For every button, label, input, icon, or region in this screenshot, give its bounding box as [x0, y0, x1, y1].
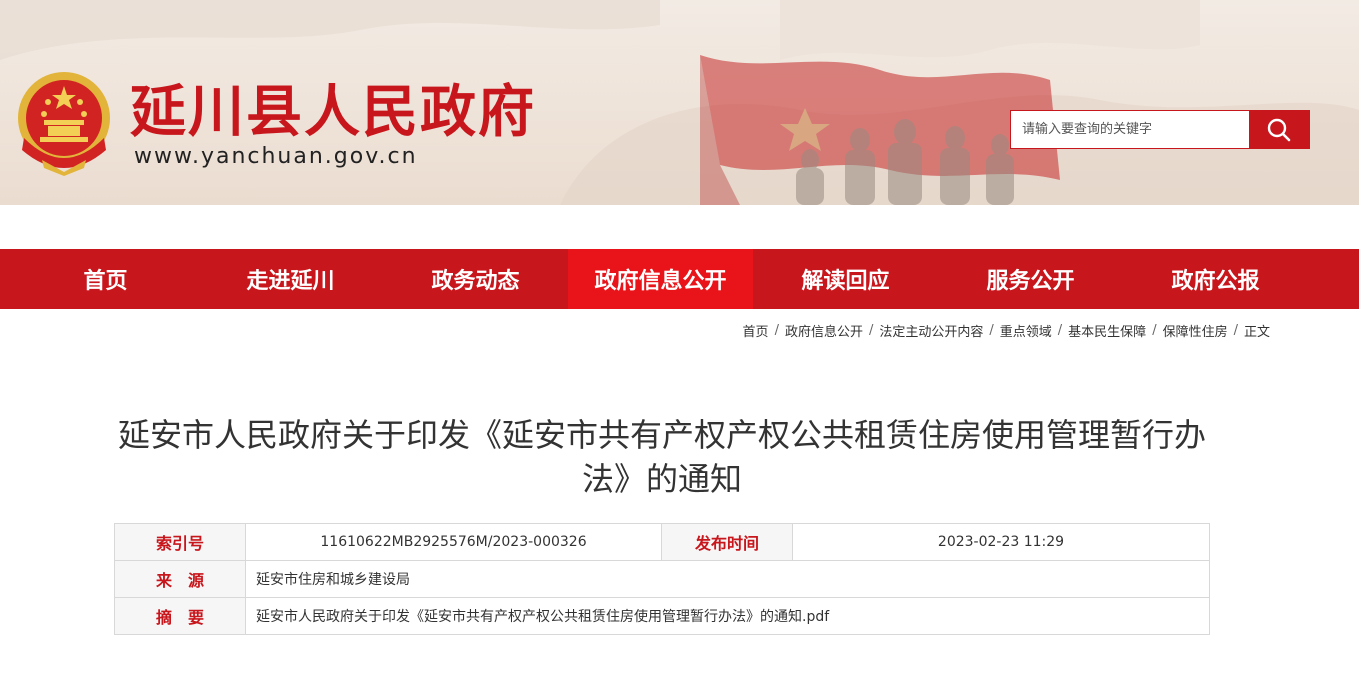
breadcrumb: 首页 / 政府信息公开 / 法定主动公开内容 / 重点领域 / 基本民生保障 /… [743, 321, 1270, 340]
breadcrumb-item-statutory-content[interactable]: 法定主动公开内容 [879, 321, 983, 340]
publish-date-label: 发布时间 [661, 523, 793, 561]
article-title-line-2: 法》的通知 [581, 460, 742, 498]
breadcrumb-item-housing[interactable]: 保障性住房 [1163, 321, 1228, 340]
table-row: 摘 要 延安市人民政府关于印发《延安市共有产权产权公共租赁住房使用管理暂行办法》… [114, 597, 1210, 635]
summary-value[interactable]: 延安市人民政府关于印发《延安市共有产权产权公共租赁住房使用管理暂行办法》的通知.… [245, 597, 1210, 635]
table-row: 来 源 延安市住房和城乡建设局 [114, 560, 1210, 598]
nav-item-government-news[interactable]: 政务动态 [383, 249, 568, 309]
breadcrumb-separator: / [868, 323, 874, 338]
nav-item-information-disclosure[interactable]: 政府信息公开 [568, 249, 753, 309]
nav-item-about-yanchuan[interactable]: 走进延川 [198, 249, 383, 309]
source-label: 来 源 [114, 560, 246, 598]
breadcrumb-separator: / [1057, 323, 1063, 338]
breadcrumb-item-current: 正文 [1243, 325, 1270, 340]
breadcrumb-item-home[interactable]: 首页 [743, 321, 769, 340]
index-number-value: 11610622MB2925576M/2023-000326 [245, 523, 662, 561]
site-title: 延川县人民政府 [130, 80, 536, 145]
summary-label: 摘 要 [114, 597, 246, 635]
nav-item-home[interactable]: 首页 [13, 249, 198, 309]
breadcrumb-separator: / [1152, 323, 1157, 338]
publish-date-value: 2023-02-23 11:29 [792, 523, 1210, 561]
search-icon [1267, 118, 1291, 141]
main-nav: 首页 走进延川 政务动态 政府信息公开 解读回应 服务公开 政府公报 [0, 249, 1359, 309]
breadcrumb-separator: / [1233, 323, 1238, 338]
search-input[interactable] [1011, 111, 1249, 148]
search-box [1010, 110, 1310, 149]
nav-item-interpretation[interactable]: 解读回应 [753, 249, 938, 309]
breadcrumb-separator: / [989, 323, 994, 338]
breadcrumb-item-livelihood[interactable]: 基本民生保障 [1068, 321, 1146, 340]
index-number-label: 索引号 [114, 523, 246, 561]
breadcrumb-separator: / [774, 323, 779, 338]
national-emblem-icon [18, 72, 110, 176]
nav-item-services[interactable]: 服务公开 [938, 249, 1123, 309]
article-title: 延安市人民政府关于印发《延安市共有产权产权公共租赁住房使用管理暂行办 法》的通知 [114, 413, 1210, 501]
site-url: www.yanchuan.gov.cn [134, 144, 418, 169]
search-button[interactable] [1249, 111, 1309, 148]
article-title-line-1: 延安市人民政府关于印发《延安市共有产权产权公共租赁住房使用管理暂行办 [117, 416, 1206, 454]
document-info-table: 索引号 11610622MB2925576M/2023-000326 发布时间 … [114, 523, 1210, 635]
source-value: 延安市住房和城乡建设局 [245, 560, 1210, 598]
breadcrumb-item-information-disclosure[interactable]: 政府信息公开 [785, 321, 863, 340]
nav-item-gazette[interactable]: 政府公报 [1123, 249, 1308, 309]
header-banner: 延川县人民政府 www.yanchuan.gov.cn [0, 0, 1359, 205]
table-row: 索引号 11610622MB2925576M/2023-000326 发布时间 … [114, 523, 1210, 561]
breadcrumb-item-key-areas[interactable]: 重点领域 [1000, 321, 1052, 340]
